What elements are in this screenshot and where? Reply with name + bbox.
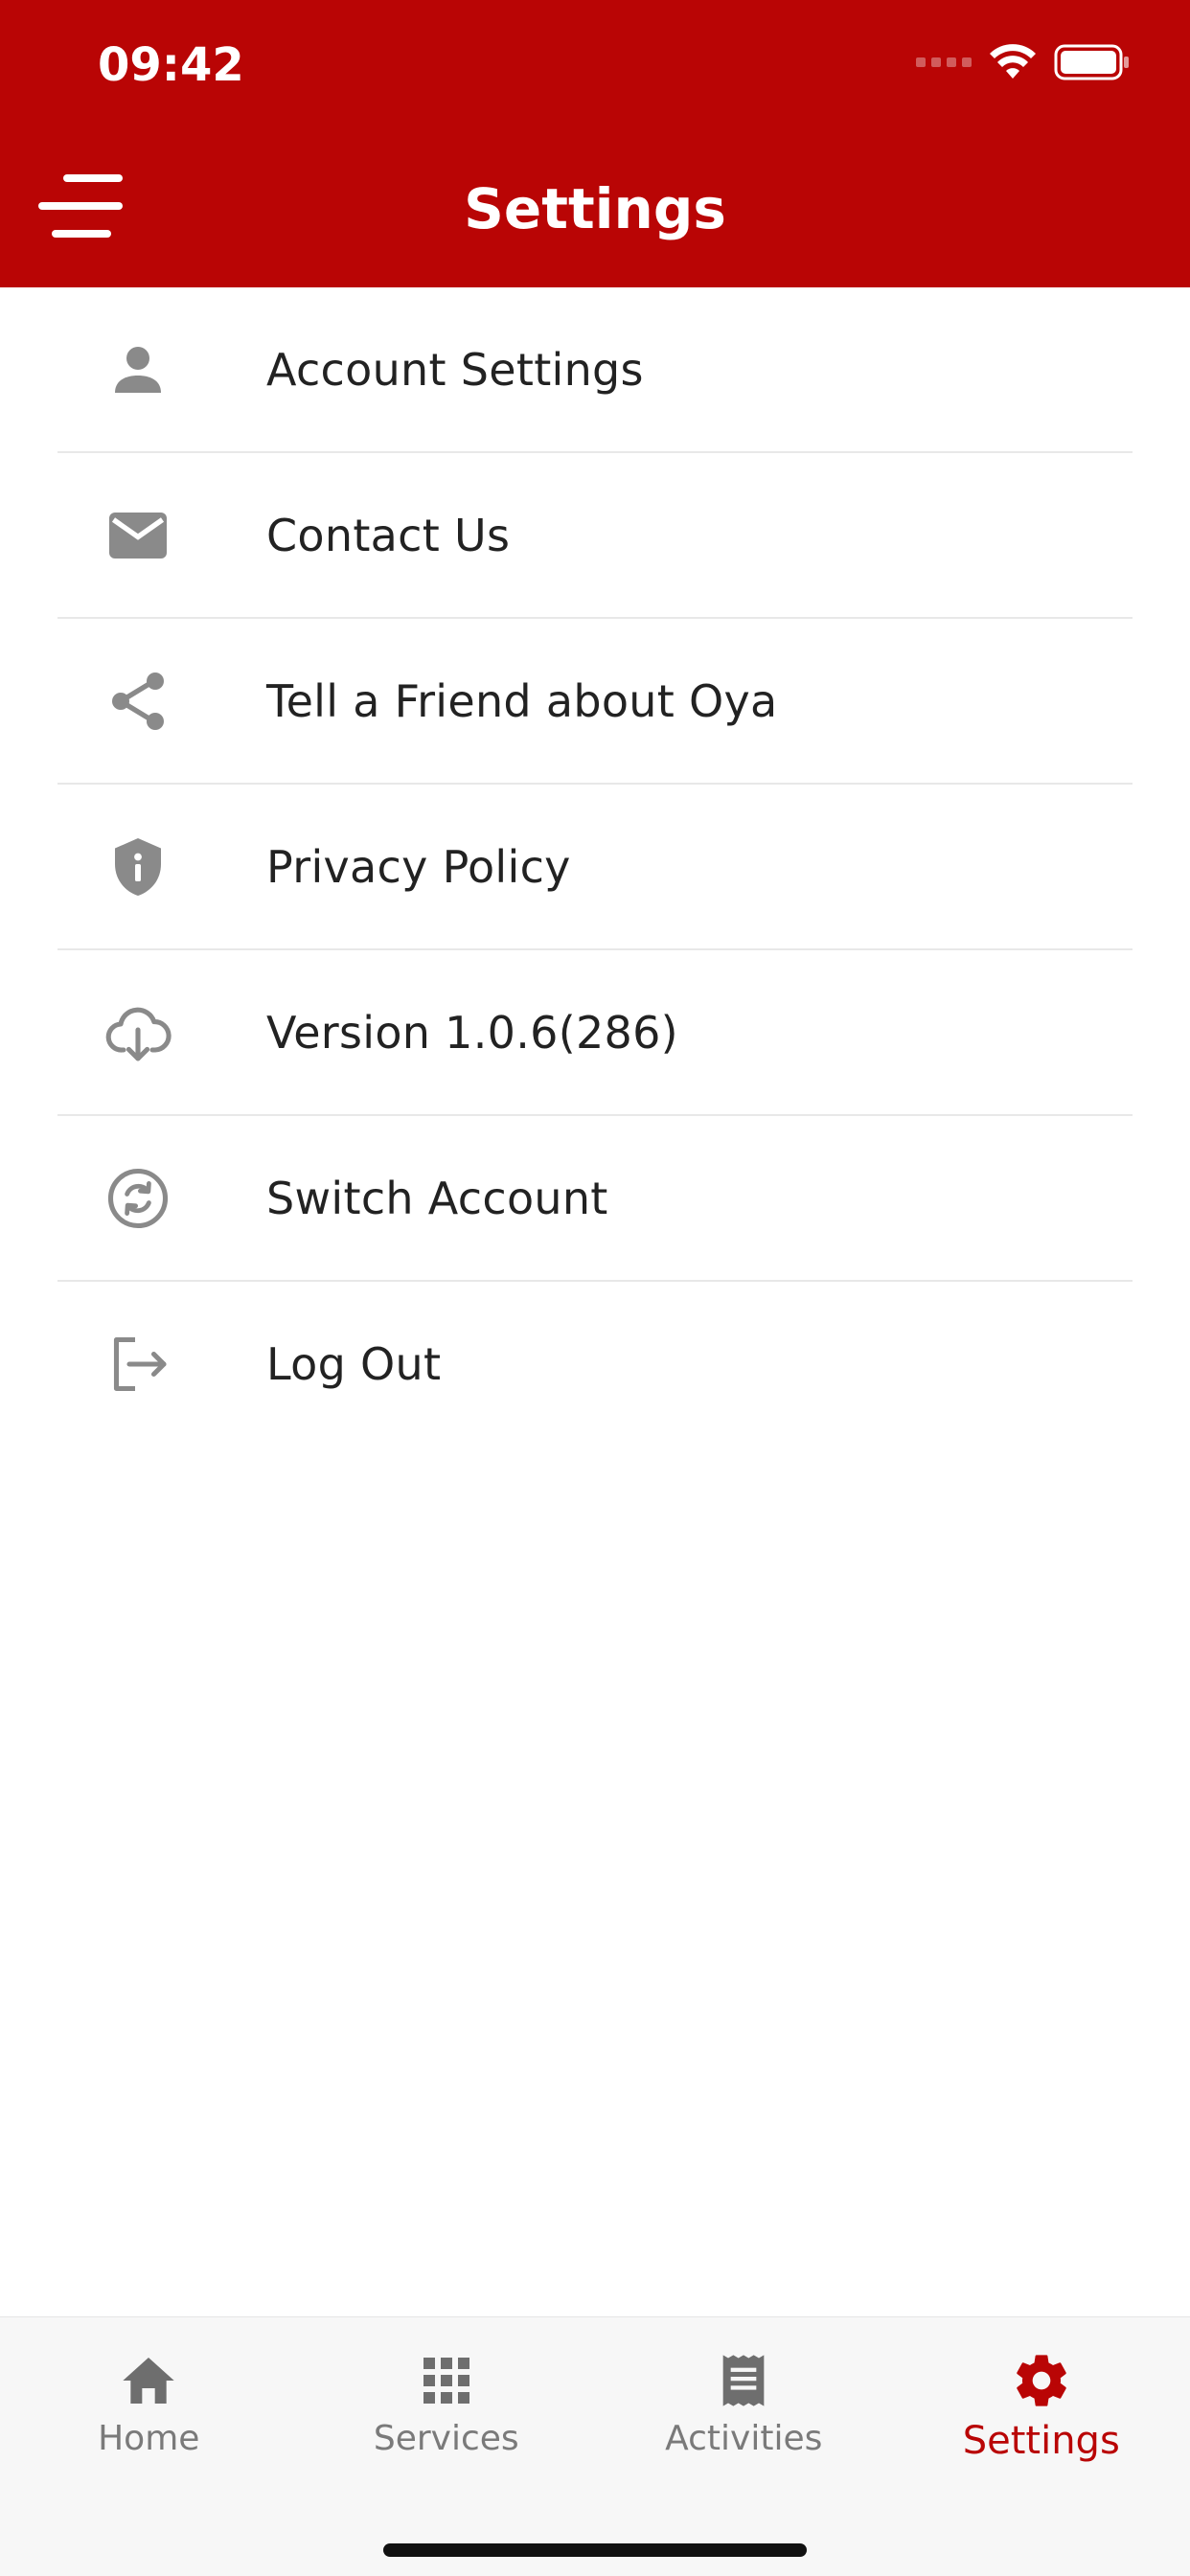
home-icon <box>118 2350 179 2411</box>
nav-item-settings[interactable]: Settings <box>893 2337 1190 2480</box>
settings-list: Account Settings Contact Us Tell a Frien… <box>57 287 1133 1446</box>
nav-label: Settings <box>963 2419 1120 2463</box>
gear-icon <box>1011 2350 1072 2411</box>
cellular-signal-icon <box>916 57 972 67</box>
share-icon <box>103 667 172 736</box>
shield-info-icon <box>103 832 172 901</box>
page-title: Settings <box>0 172 1190 245</box>
wifi-icon <box>989 44 1037 80</box>
status-time: 09:42 <box>98 36 244 94</box>
mail-icon <box>103 501 172 570</box>
settings-item-contact-us[interactable]: Contact Us <box>57 453 1133 619</box>
cloud-download-icon <box>103 998 172 1067</box>
grid-icon <box>416 2350 477 2411</box>
settings-item-version[interactable]: Version 1.0.6(286) <box>57 950 1133 1116</box>
settings-item-label: Log Out <box>266 1338 441 1390</box>
settings-item-label: Privacy Policy <box>266 841 571 893</box>
person-icon <box>103 335 172 404</box>
nav-label: Services <box>374 2419 519 2458</box>
settings-item-label: Tell a Friend about Oya <box>266 675 778 727</box>
status-indicators <box>916 44 1131 80</box>
settings-item-log-out[interactable]: Log Out <box>57 1282 1133 1446</box>
settings-item-label: Switch Account <box>266 1173 608 1224</box>
settings-item-tell-a-friend[interactable]: Tell a Friend about Oya <box>57 619 1133 785</box>
receipt-icon <box>713 2350 774 2411</box>
nav-label: Home <box>98 2419 199 2458</box>
settings-item-privacy-policy[interactable]: Privacy Policy <box>57 785 1133 950</box>
switch-account-icon <box>103 1164 172 1233</box>
home-indicator <box>383 2543 807 2557</box>
settings-item-account-settings[interactable]: Account Settings <box>57 287 1133 453</box>
nav-item-home[interactable]: Home <box>0 2337 298 2480</box>
logout-icon <box>103 1330 172 1399</box>
settings-item-switch-account[interactable]: Switch Account <box>57 1116 1133 1282</box>
bottom-navigation: Home Services Activit <box>0 2316 1190 2576</box>
settings-item-label: Version 1.0.6(286) <box>266 1007 678 1059</box>
nav-label: Activities <box>665 2419 822 2458</box>
nav-item-activities[interactable]: Activities <box>595 2337 893 2480</box>
app-header: 09:42 Settings <box>0 0 1190 287</box>
settings-item-label: Account Settings <box>266 344 644 396</box>
nav-item-services[interactable]: Services <box>298 2337 596 2480</box>
battery-icon <box>1054 44 1131 80</box>
settings-item-label: Contact Us <box>266 510 510 561</box>
